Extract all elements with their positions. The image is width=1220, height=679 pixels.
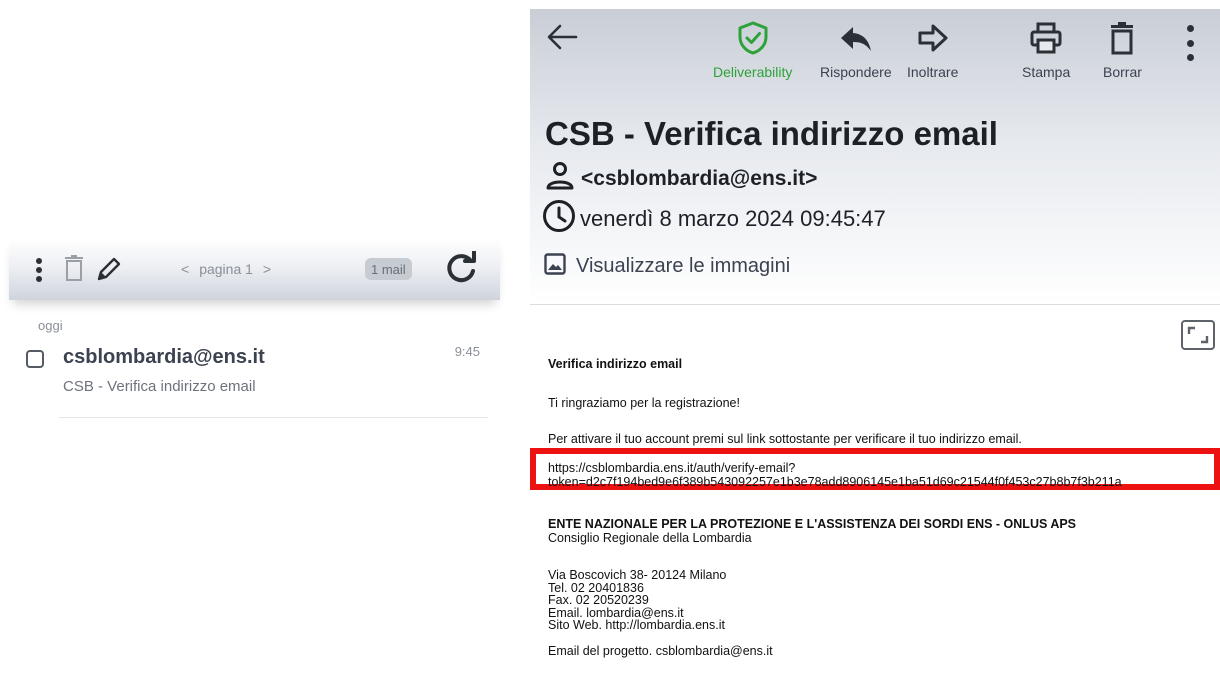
- select-checkbox[interactable]: [26, 350, 44, 368]
- signature-fax: Fax. 02 20520239: [548, 593, 649, 608]
- signature-org: ENTE NAZIONALE PER LA PROTEZIONE E L'ASS…: [548, 517, 1077, 531]
- shield-check-icon: [736, 21, 770, 60]
- show-images-label: Visualizzare le immagini: [576, 255, 791, 277]
- forward-icon: [916, 21, 950, 60]
- compose-pencil-icon[interactable]: [94, 254, 124, 284]
- image-icon: [544, 253, 566, 280]
- project-email: Email del progetto. csblombardia@ens.it: [548, 644, 773, 658]
- print-label: Stampa: [1022, 64, 1071, 80]
- signature-council: Consiglio Regionale della Lombardia: [548, 531, 752, 545]
- verification-link[interactable]: https://csblombardia.ens.it/auth/verify-…: [530, 448, 1220, 490]
- reader-header: Deliverability Rispondere Inoltrare Stam…: [530, 9, 1220, 304]
- clock-icon: [542, 199, 576, 238]
- trash-icon[interactable]: [63, 254, 85, 282]
- verification-link-line2[interactable]: token=d2c7f194bed9e6f389b543092257e1b3e7…: [548, 475, 1122, 490]
- signature-web: Sito Web. http://lombardia.ens.it: [548, 618, 725, 633]
- sender-row: <csblombardia@ens.it>: [545, 161, 817, 196]
- more-vertical-icon[interactable]: [1186, 25, 1194, 61]
- body-instructions: Per attivare il tuo account premi sul li…: [548, 432, 1022, 446]
- header-divider: [530, 304, 1220, 305]
- printer-icon: [1029, 21, 1063, 60]
- person-icon: [545, 161, 575, 196]
- reply-icon: [839, 21, 873, 60]
- print-button[interactable]: Stampa: [1022, 21, 1070, 80]
- forward-button[interactable]: Inoltrare: [907, 21, 958, 80]
- forward-label: Inoltrare: [907, 64, 959, 80]
- deliverability-label: Deliverability: [713, 64, 793, 80]
- trash-icon: [1105, 21, 1139, 60]
- signature-address: Via Boscovich 38- 20124 Milano: [548, 568, 727, 582]
- reply-button[interactable]: Rispondere: [820, 21, 892, 80]
- sender-address: <csblombardia@ens.it>: [581, 166, 818, 190]
- more-vertical-icon[interactable]: [35, 258, 43, 282]
- refresh-icon[interactable]: [441, 250, 481, 286]
- delete-label: Borrar: [1103, 64, 1142, 80]
- mail-time: 9:45: [454, 344, 480, 359]
- verification-link-line1[interactable]: https://csblombardia.ens.it/auth/verify-…: [548, 461, 795, 476]
- back-arrow-icon[interactable]: [546, 23, 582, 53]
- deliverability-button[interactable]: Deliverability: [713, 21, 792, 80]
- message-subject: CSB - Verifica indirizzo email: [545, 115, 998, 152]
- mail-count-badge: 1 mail: [365, 258, 412, 280]
- mail-sender: csblombardia@ens.it: [63, 346, 265, 368]
- reply-label: Rispondere: [820, 64, 892, 80]
- body-thanks: Ti ringraziamo per la registrazione!: [548, 396, 740, 410]
- row-divider: [59, 417, 488, 418]
- delete-button[interactable]: Borrar: [1103, 21, 1142, 80]
- fullscreen-icon[interactable]: [1181, 320, 1215, 350]
- date-row: venerdì 8 marzo 2024 09:45:47: [542, 199, 886, 238]
- page-label: pagina 1: [199, 261, 253, 277]
- page-prev-button[interactable]: <: [181, 261, 189, 277]
- day-group-label: oggi: [38, 318, 63, 333]
- signature-contacts: Via Boscovich 38- 20124 Milano Tel. 02 2…: [548, 569, 726, 632]
- body-title: Verifica indirizzo email: [548, 357, 683, 371]
- page-next-button[interactable]: >: [263, 261, 271, 277]
- show-images-link[interactable]: Visualizzare le immagini: [544, 253, 790, 280]
- list-toolbar: < pagina 1 > 1 mail: [9, 238, 500, 300]
- list-item[interactable]: csblombardia@ens.it CSB - Verifica indir…: [26, 340, 488, 418]
- message-date: venerdì 8 marzo 2024 09:45:47: [580, 205, 886, 231]
- mail-subject: CSB - Verifica indirizzo email: [63, 378, 256, 395]
- message-reader: Deliverability Rispondere Inoltrare Stam…: [530, 9, 1220, 679]
- pagination: < pagina 1 >: [181, 258, 271, 280]
